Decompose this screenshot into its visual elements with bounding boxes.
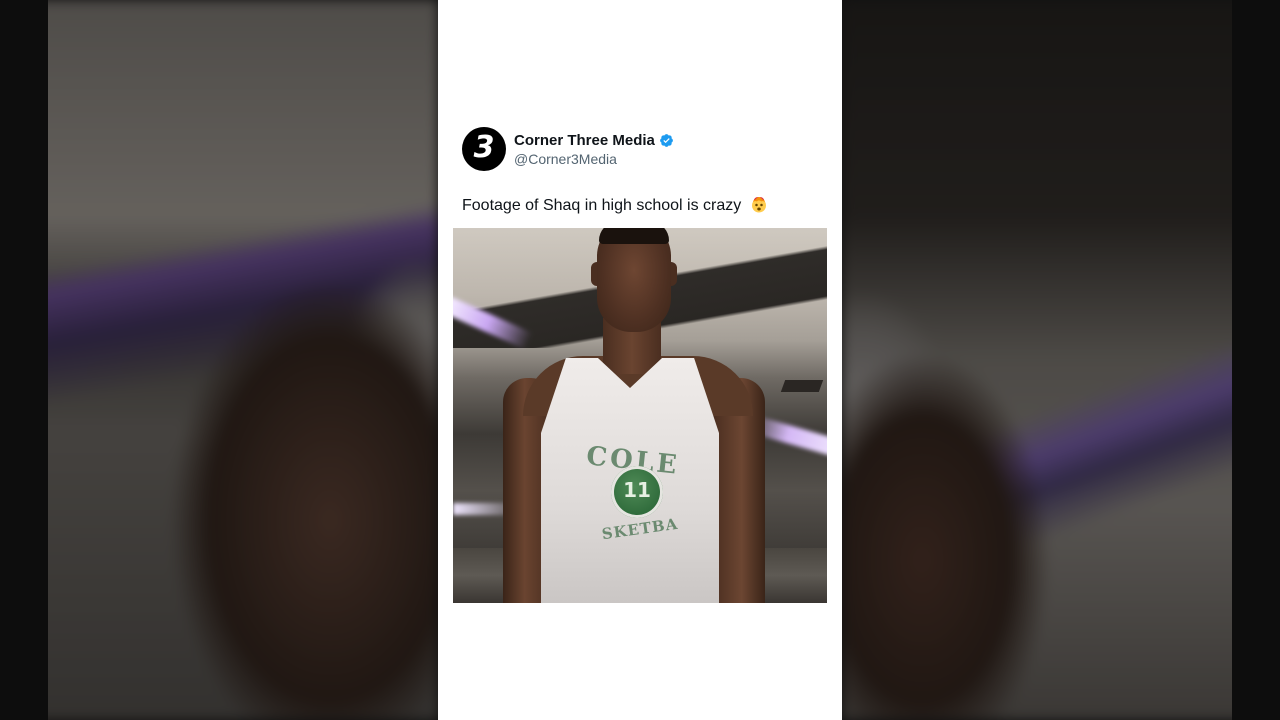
tweet-card: 3 Corner Three Media @Corner3Media Foota… xyxy=(438,0,842,720)
jersey-number: 11 xyxy=(623,478,651,502)
handle[interactable]: @Corner3Media xyxy=(514,150,674,168)
tweet-header: 3 Corner Three Media @Corner3Media xyxy=(462,127,674,171)
letterbox-left xyxy=(0,0,48,720)
blurred-background-right xyxy=(842,0,1280,720)
exploding-head-emoji-icon xyxy=(751,197,766,213)
display-name[interactable]: Corner Three Media xyxy=(514,131,655,150)
avatar-logo: 3 xyxy=(473,130,495,165)
verified-badge-icon xyxy=(659,133,673,147)
blurred-background-left xyxy=(0,0,438,720)
hair xyxy=(599,228,669,244)
avatar[interactable]: 3 xyxy=(462,127,506,171)
letterbox-right xyxy=(1232,0,1280,720)
tweet-video[interactable]: COLE 11 SKETBA xyxy=(453,228,827,603)
name-row: Corner Three Media xyxy=(514,131,674,150)
author-info: Corner Three Media @Corner3Media xyxy=(514,131,674,168)
video-frame[interactable]: 3 Corner Three Media @Corner3Media Foota… xyxy=(0,0,1280,720)
tweet-text-body: Footage of Shaq in high school is crazy xyxy=(462,197,742,214)
player-figure: COLE 11 SKETBA xyxy=(453,228,827,603)
tweet-text: Footage of Shaq in high school is crazy xyxy=(462,195,768,217)
